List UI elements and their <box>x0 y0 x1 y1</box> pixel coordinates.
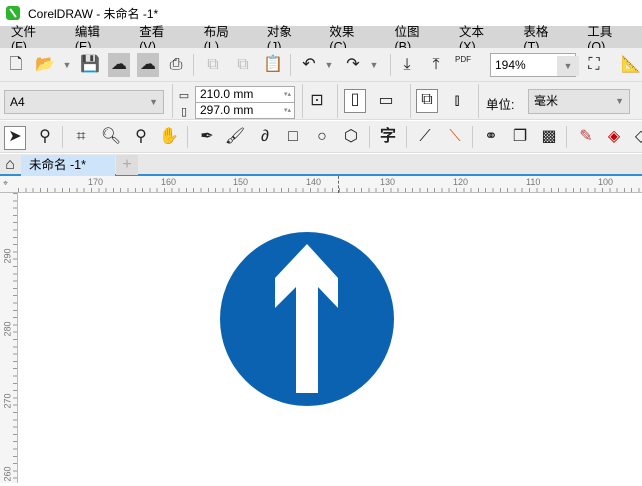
menu-bar: 文件(F) 编辑(E) 查看(V) 布局(L) 对象(J) 效果(C) 位图(B… <box>0 25 642 54</box>
ruler-label: 290 <box>2 248 13 264</box>
window-title: CorelDRAW - 未命名 -1* <box>28 6 159 21</box>
ruler-label: 140 <box>306 177 322 187</box>
interactive-fill-icon[interactable]: ◈ <box>603 127 625 147</box>
pen-tool-icon[interactable]: ✒ <box>196 127 218 147</box>
cloud-upload-icon[interactable]: ☁ <box>137 53 159 77</box>
zoom-value: 194% <box>495 58 526 72</box>
ellipse-tool-icon[interactable]: ○ <box>311 127 333 147</box>
full-screen-icon[interactable]: ⛶ <box>583 55 605 75</box>
undo-dropdown-icon[interactable]: ▼ <box>318 55 340 75</box>
home-icon[interactable]: ⌂ <box>0 155 20 175</box>
smart-drawing-icon[interactable]: ∂ <box>254 127 276 147</box>
smart-fill-icon[interactable]: ◇ <box>630 127 642 147</box>
tab-label: 未命名 -1* <box>29 158 86 172</box>
cut-icon[interactable]: ⧉ <box>202 55 224 75</box>
ruler-label: 260 <box>2 466 13 482</box>
cloud-download-icon[interactable]: ☁ <box>108 53 130 77</box>
drawing-canvas[interactable] <box>19 193 642 483</box>
page-height-value: 297.0 mm <box>200 103 254 117</box>
save-icon[interactable]: 💾 <box>79 55 101 75</box>
units-value: 毫米 <box>534 94 559 108</box>
ruler-label: 150 <box>233 177 249 187</box>
export-icon[interactable]: ⤒ <box>425 55 447 75</box>
ruler-origin-icon[interactable]: ⌖ <box>3 178 8 189</box>
crop-tool-icon[interactable]: ⌗ <box>70 127 92 147</box>
ruler-label: 100 <box>598 177 614 187</box>
zoom-tool-icon[interactable]: 🔍︎ <box>100 127 122 147</box>
redo-icon[interactable]: ↷ <box>342 55 364 75</box>
vertical-ruler[interactable]: 290 280 270 260 <box>0 193 18 483</box>
all-pages-icon[interactable]: ⧉ <box>416 89 438 113</box>
ruler-label: 280 <box>2 321 13 337</box>
coreldraw-logo-icon <box>6 6 20 20</box>
standard-toolbar: 🗋 📂 ▼ 💾 ☁ ☁ ⎙ ⧉ ⧉ 📋 ↶ ▼ ↷ ▼ ⤓ ⤒ PDF 194%… <box>0 48 642 82</box>
page-layout-icon[interactable]: ⊡ <box>306 91 328 111</box>
open-dropdown-icon[interactable]: ▼ <box>56 55 78 75</box>
units-select[interactable]: 毫米 ▼ <box>528 89 630 114</box>
pan-tool-icon[interactable]: ✋ <box>158 127 180 147</box>
page-size-value: A4 <box>10 95 25 109</box>
tab-document-1[interactable]: 未命名 -1* <box>21 155 115 176</box>
new-document-icon[interactable]: 🗋 <box>5 55 27 75</box>
cursor-marker <box>338 176 339 193</box>
drop-shadow-icon[interactable]: ❐ <box>509 127 531 147</box>
transparency-icon[interactable]: ▩ <box>538 127 560 147</box>
ruler-label: 160 <box>161 177 177 187</box>
text-tool-icon[interactable]: 字 <box>377 127 399 147</box>
ruler-label: 110 <box>526 177 541 187</box>
ruler-label: 130 <box>380 177 396 187</box>
publish-pdf-icon[interactable]: PDF <box>452 55 474 65</box>
zoom-out-tool-icon[interactable]: ⚲ <box>130 127 152 147</box>
landscape-icon[interactable]: ▭ <box>375 91 397 111</box>
toolbox: ➤ ⚲ ⌗ 🔍︎ ⚲ ✋ ✒ 🖌 ∂ □ ○ ⬡ 字 ⟋ ⟍ ⚭ ❐ ▩ ✎ ◈… <box>0 121 642 153</box>
artistic-media-icon[interactable]: 🖌 <box>224 127 246 147</box>
ruler-label: 170 <box>88 177 104 187</box>
copy-icon[interactable]: ⧉ <box>232 55 254 75</box>
property-bar: A4 ▼ ▭ 210.0 mm ▾▴ ▯ 297.0 mm ▾▴ ⊡ ▯ ▭ ⧉ ⫾ … <box>0 82 642 120</box>
mandatory-straight-sign[interactable] <box>19 193 642 483</box>
horizontal-ruler[interactable]: ⌖ 170 160 150 140 130 120 110 100 <box>0 176 642 193</box>
open-icon[interactable]: 📂 <box>34 55 56 75</box>
redo-dropdown-icon[interactable]: ▼ <box>363 55 385 75</box>
blend-tool-icon[interactable]: ⚭ <box>480 127 502 147</box>
shape-tool-icon[interactable]: ⚲ <box>34 127 56 147</box>
document-tabs: ⌂ 未命名 -1* + <box>0 154 642 176</box>
pick-tool-icon[interactable]: ➤ <box>4 126 26 150</box>
undo-icon[interactable]: ↶ <box>298 55 320 75</box>
dimension-tool-icon[interactable]: ⟋ <box>414 127 436 147</box>
print-icon[interactable]: ⎙ <box>165 55 187 75</box>
polygon-tool-icon[interactable]: ⬡ <box>340 127 362 147</box>
current-page-icon[interactable]: ⫾ <box>446 91 468 111</box>
connector-tool-icon[interactable]: ⟍ <box>444 127 466 147</box>
import-icon[interactable]: ⤓ <box>396 55 418 75</box>
ruler-label: 270 <box>2 393 13 409</box>
page-width-value: 210.0 mm <box>200 87 254 101</box>
page-height-input[interactable]: 297.0 mm ▾▴ <box>195 102 295 119</box>
zoom-dropdown-icon[interactable]: ▼ <box>557 56 579 76</box>
portrait-icon[interactable]: ▯ <box>344 89 366 113</box>
page-width-input[interactable]: 210.0 mm ▾▴ <box>195 86 295 103</box>
paste-icon[interactable]: 📋 <box>262 55 284 75</box>
eyedropper-icon[interactable]: ✎ <box>575 127 597 147</box>
page-size-select[interactable]: A4 ▼ <box>4 90 164 114</box>
options-icon[interactable]: 📐 <box>620 55 642 75</box>
rectangle-tool-icon[interactable]: □ <box>282 127 304 147</box>
page-height-icon: ▯ <box>180 106 188 118</box>
new-tab-icon[interactable]: + <box>116 155 138 175</box>
ruler-label: 120 <box>453 177 469 187</box>
units-label: 单位: <box>486 98 515 112</box>
